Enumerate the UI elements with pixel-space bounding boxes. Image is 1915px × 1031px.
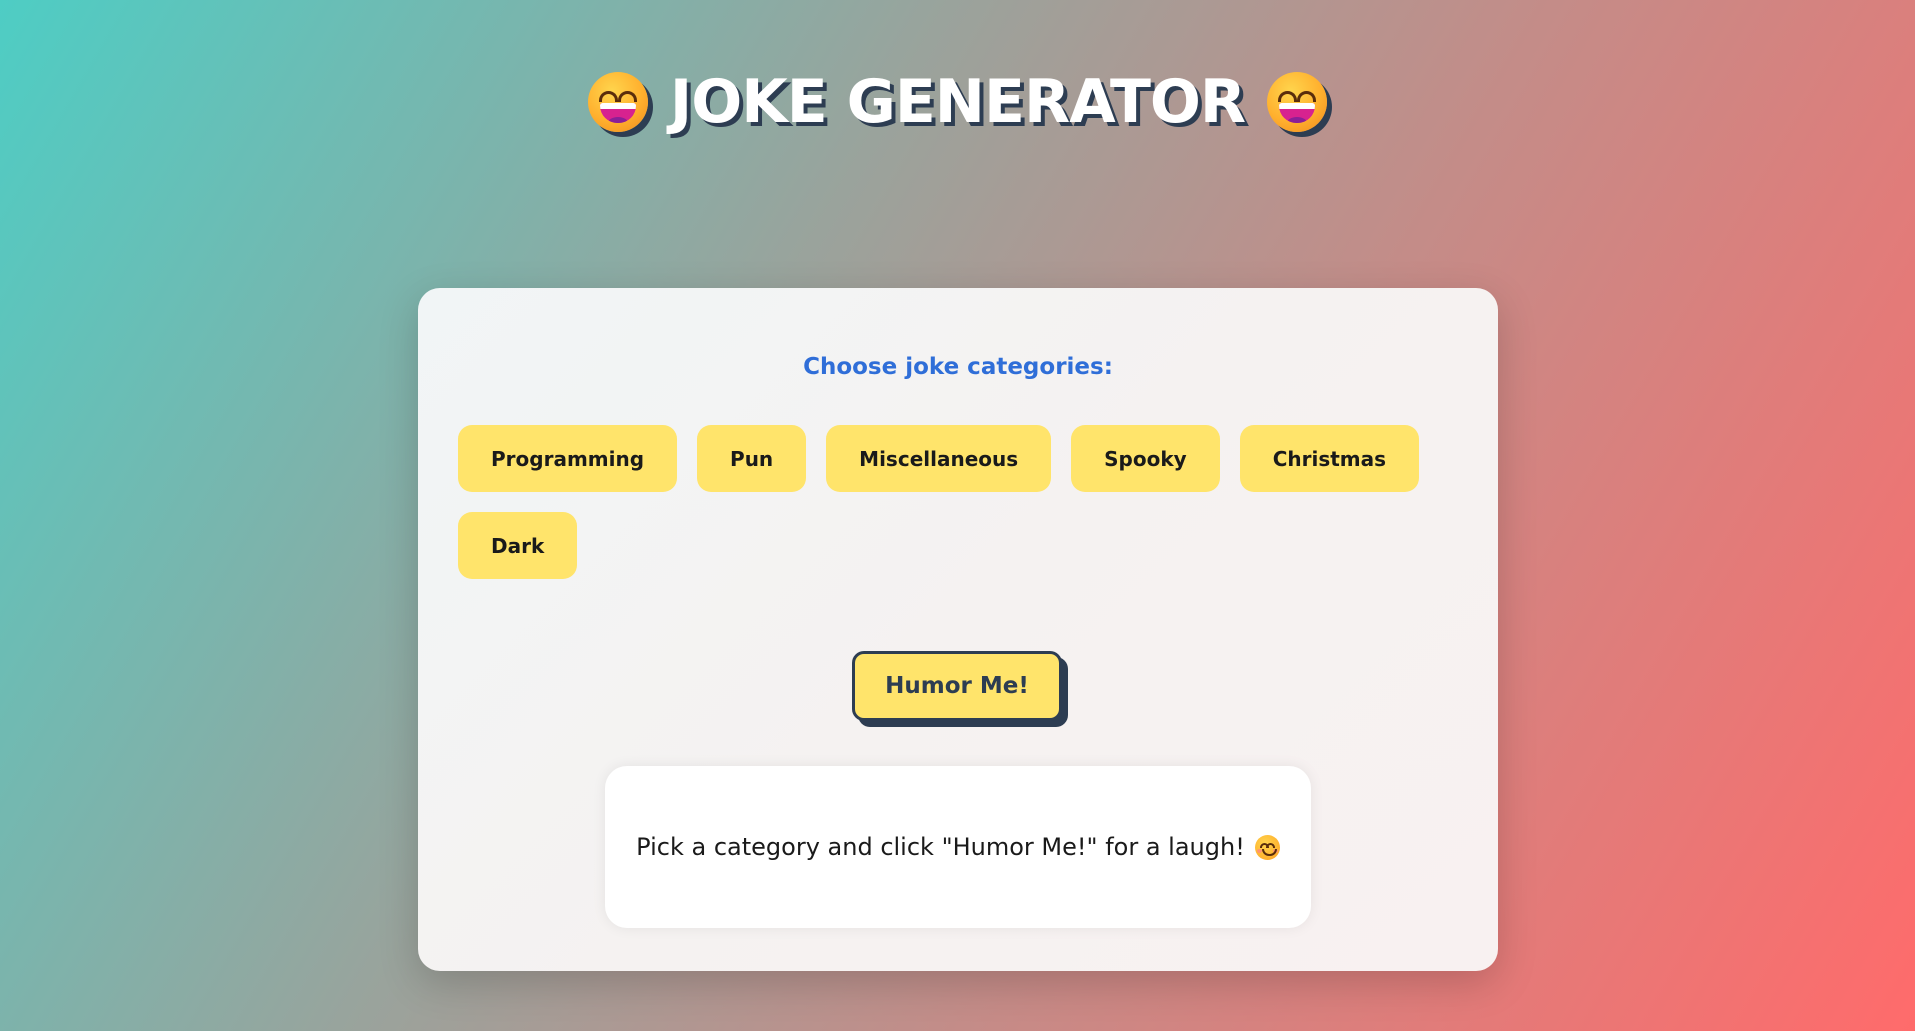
category-chip-christmas[interactable]: Christmas <box>1239 425 1420 492</box>
categories-heading: Choose joke categories: <box>803 354 1113 380</box>
category-chip-pun[interactable]: Pun <box>697 425 807 492</box>
grinning-face-icon <box>1267 72 1328 132</box>
smiling-face-icon <box>1254 834 1280 860</box>
joke-card: Choose joke categories: Programming Pun … <box>418 288 1498 971</box>
category-list: Programming Pun Miscellaneous Spooky Chr… <box>458 425 1458 579</box>
category-chip-programming[interactable]: Programming <box>458 425 678 492</box>
page-title: JOKE GENERATOR <box>669 67 1246 137</box>
category-chip-spooky[interactable]: Spooky <box>1071 425 1220 492</box>
joke-display: Pick a category and click "Humor Me!" fo… <box>605 766 1311 928</box>
joke-text: Pick a category and click "Humor Me!" fo… <box>636 833 1245 861</box>
category-chip-miscellaneous[interactable]: Miscellaneous <box>826 425 1052 492</box>
humor-me-button[interactable]: Humor Me! <box>852 651 1062 721</box>
category-chip-dark[interactable]: Dark <box>458 512 578 579</box>
grinning-face-icon <box>587 72 648 132</box>
app-header: JOKE GENERATOR <box>0 72 1915 132</box>
